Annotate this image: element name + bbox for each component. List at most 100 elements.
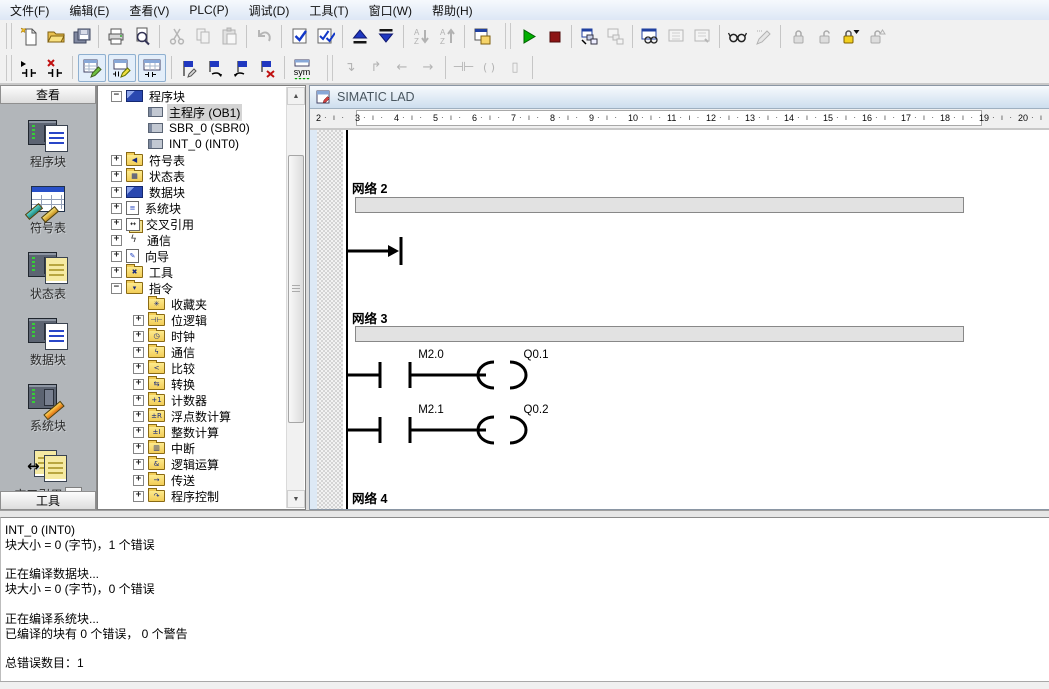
sort-ascending-button[interactable]: AZ bbox=[408, 23, 434, 49]
expand-box-icon[interactable]: + bbox=[133, 491, 144, 502]
print-preview-button[interactable] bbox=[129, 23, 155, 49]
tree-item[interactable]: +≡系统块 bbox=[99, 200, 287, 216]
tree-item[interactable]: +→传送 bbox=[99, 472, 287, 488]
clear-bookmarks-button[interactable] bbox=[254, 55, 280, 81]
status-glasses-button[interactable] bbox=[724, 23, 750, 49]
insert-contact-button[interactable] bbox=[450, 55, 476, 81]
view-network-comments-toggle[interactable] bbox=[108, 54, 136, 82]
tree-item[interactable]: 主程序 (OB1) bbox=[99, 104, 287, 120]
compile-all-button[interactable] bbox=[312, 23, 338, 49]
next-bookmark-button[interactable] bbox=[202, 55, 228, 81]
sort-descending-button[interactable]: AZ bbox=[434, 23, 460, 49]
expand-box-icon[interactable]: + bbox=[111, 251, 122, 262]
chart-status-button[interactable] bbox=[637, 23, 663, 49]
line-right-button[interactable] bbox=[415, 55, 441, 81]
expand-box-icon[interactable]: + bbox=[133, 459, 144, 470]
expand-box-icon[interactable]: + bbox=[133, 347, 144, 358]
tree-item[interactable]: INT_0 (INT0) bbox=[99, 136, 287, 152]
lad-title-bar[interactable]: SIMATIC LAD bbox=[310, 86, 1049, 109]
network-3-comment-bar[interactable] bbox=[355, 326, 964, 342]
sidebar-item-system-block[interactable]: 系统块 bbox=[0, 381, 96, 434]
expand-box-icon[interactable]: + bbox=[111, 219, 122, 230]
tree-item[interactable]: +▦状态表 bbox=[99, 168, 287, 184]
insert-box-button[interactable] bbox=[502, 55, 528, 81]
stop-button[interactable] bbox=[541, 23, 567, 49]
tree-item[interactable]: −程序块 bbox=[99, 88, 287, 104]
expand-box-icon[interactable]: + bbox=[133, 411, 144, 422]
collapse-box-icon[interactable]: − bbox=[111, 91, 122, 102]
sidebar-item-status-chart[interactable]: 状态表 bbox=[0, 249, 96, 302]
previous-bookmark-button[interactable] bbox=[228, 55, 254, 81]
toolbar-grip[interactable] bbox=[6, 23, 12, 49]
line-up-button[interactable] bbox=[363, 55, 389, 81]
force-pointer-button[interactable] bbox=[750, 23, 776, 49]
expand-box-icon[interactable]: + bbox=[133, 315, 144, 326]
lock-button[interactable] bbox=[785, 23, 811, 49]
tree-item[interactable]: +↔交叉引用 bbox=[99, 216, 287, 232]
password-unlock-button[interactable] bbox=[863, 23, 889, 49]
program-status-button[interactable] bbox=[576, 23, 602, 49]
tree-item[interactable]: +±I整数计算 bbox=[99, 424, 287, 440]
undo-button[interactable] bbox=[251, 23, 277, 49]
sidebar-item-data-block[interactable]: 数据块 bbox=[0, 315, 96, 368]
bottom-scroll-strip[interactable] bbox=[0, 681, 1049, 689]
insert-network-button[interactable] bbox=[16, 55, 42, 81]
download-button[interactable] bbox=[373, 23, 399, 49]
compile-button[interactable] bbox=[286, 23, 312, 49]
collapse-box-icon[interactable]: − bbox=[111, 283, 122, 294]
menu-item[interactable]: 编辑(E) bbox=[59, 1, 119, 20]
new-file-button[interactable] bbox=[16, 23, 42, 49]
toggle-bookmark-button[interactable] bbox=[176, 55, 202, 81]
single-read-button[interactable] bbox=[689, 23, 715, 49]
open-branch-arrow[interactable] bbox=[346, 234, 416, 268]
tree-item[interactable]: −▾指令 bbox=[99, 280, 287, 296]
options-button[interactable] bbox=[469, 23, 495, 49]
expand-box-icon[interactable]: + bbox=[111, 235, 122, 246]
tree-item[interactable]: +<比较 bbox=[99, 360, 287, 376]
tree-item[interactable]: +◷时钟 bbox=[99, 328, 287, 344]
network-2-comment-bar[interactable] bbox=[355, 197, 964, 213]
sidebar-item-program-block[interactable]: 程序块 bbox=[0, 117, 96, 170]
open-folder-button[interactable] bbox=[42, 23, 68, 49]
tree-scrollbar[interactable]: ▲ ▼ bbox=[286, 87, 304, 508]
symbol-table-view-button[interactable] bbox=[289, 55, 315, 81]
expand-box-icon[interactable]: + bbox=[111, 155, 122, 166]
line-down-button[interactable] bbox=[337, 55, 363, 81]
view-symbol-info-table-toggle[interactable] bbox=[138, 54, 166, 82]
save-all-button[interactable] bbox=[68, 23, 94, 49]
expand-box-icon[interactable]: + bbox=[111, 171, 122, 182]
password-lock-button[interactable] bbox=[837, 23, 863, 49]
toolbar-grip[interactable] bbox=[6, 55, 12, 81]
menu-item[interactable]: 工具(T) bbox=[299, 1, 358, 20]
tree-item[interactable]: +ϟ通信 bbox=[99, 344, 287, 360]
expand-box-icon[interactable]: + bbox=[133, 379, 144, 390]
line-left-button[interactable] bbox=[389, 55, 415, 81]
run-button[interactable] bbox=[515, 23, 541, 49]
upload-button[interactable] bbox=[347, 23, 373, 49]
network-4-label[interactable]: 网络 4 bbox=[352, 488, 387, 507]
rung-contact-coil[interactable] bbox=[346, 414, 528, 446]
tree-item[interactable]: +◀符号表 bbox=[99, 152, 287, 168]
expand-box-icon[interactable]: + bbox=[133, 395, 144, 406]
expand-box-icon[interactable]: + bbox=[133, 443, 144, 454]
tree-item[interactable]: SBR_0 (SBR0) bbox=[99, 120, 287, 136]
tree-item[interactable]: +▥中断 bbox=[99, 440, 287, 456]
menu-item[interactable]: 调试(D) bbox=[239, 1, 300, 20]
network-2-label[interactable]: 网络 2 bbox=[352, 178, 387, 197]
expand-box-icon[interactable]: + bbox=[111, 203, 122, 214]
sidebar-header-view[interactable]: 查看 bbox=[0, 85, 96, 104]
scroll-down-arrow[interactable]: ▼ bbox=[287, 490, 305, 508]
pause-chart-status-button[interactable] bbox=[663, 23, 689, 49]
tree-item[interactable]: +⇆转换 bbox=[99, 376, 287, 392]
tree-item[interactable]: +&逻辑运算 bbox=[99, 456, 287, 472]
expand-box-icon[interactable]: + bbox=[111, 187, 122, 198]
scrollbar-thumb[interactable] bbox=[288, 155, 304, 423]
menu-item[interactable]: 帮助(H) bbox=[422, 1, 483, 20]
paste-button[interactable] bbox=[216, 23, 242, 49]
toolbar-grip[interactable] bbox=[505, 23, 511, 49]
copy-button[interactable] bbox=[190, 23, 216, 49]
menu-item[interactable]: PLC(P) bbox=[179, 2, 238, 18]
sidebar-footer-tools[interactable]: 工具 bbox=[0, 491, 96, 510]
expand-box-icon[interactable]: + bbox=[111, 267, 122, 278]
network-3-label[interactable]: 网络 3 bbox=[352, 308, 387, 327]
